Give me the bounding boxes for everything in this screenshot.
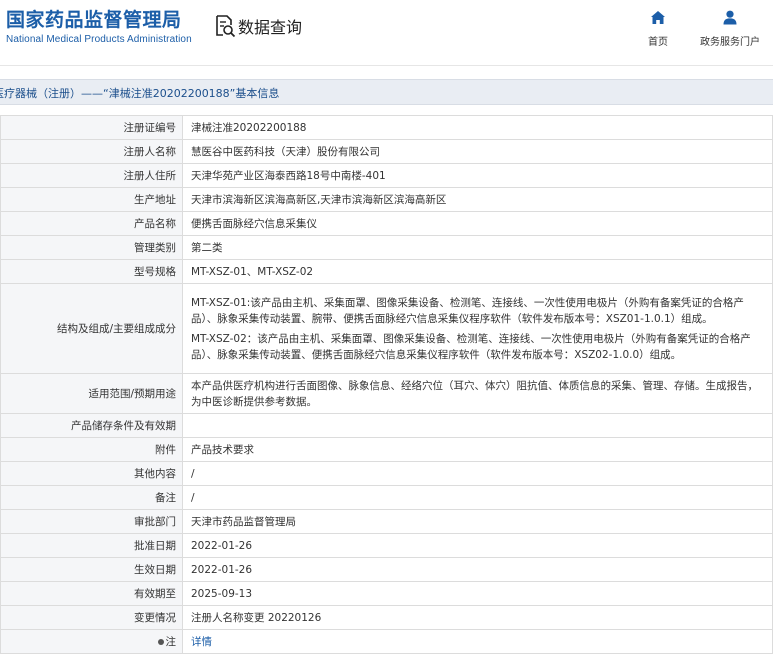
field-value: 天津市滨海新区滨海高新区,天津市滨海新区滨海高新区 bbox=[182, 187, 773, 212]
record-title-bar: 医疗器械（注册）——“津械注准20202200188”基本信息 bbox=[0, 79, 773, 105]
note-label-cell: 注 bbox=[0, 629, 183, 654]
field-value: 便携舌面脉经穴信息采集仪 bbox=[182, 211, 773, 236]
table-row: 适用范围/预期用途 本产品供医疗机构进行舌面图像、脉象信息、经络穴位（耳穴、体穴… bbox=[0, 373, 773, 414]
nav-home[interactable]: 首页 bbox=[648, 10, 668, 48]
details-link[interactable]: 详情 bbox=[191, 636, 212, 648]
table-row: 注册证编号 津械注准20202200188 bbox=[0, 115, 773, 140]
table-row: 结构及组成/主要组成成分 MT-XSZ-01:该产品由主机、采集面罩、图像采集设… bbox=[0, 283, 773, 374]
table-row: 生效日期 2022-01-26 bbox=[0, 557, 773, 582]
field-value: 详情 bbox=[182, 629, 773, 654]
field-value: 注册人名称变更 20220126 bbox=[182, 605, 773, 630]
logo-english-name: National Medical Products Administration bbox=[6, 34, 192, 45]
field-value: 2025-09-13 bbox=[182, 581, 773, 606]
field-label: 注册人住所 bbox=[0, 163, 183, 188]
field-label: 备注 bbox=[0, 485, 183, 510]
document-search-icon bbox=[214, 14, 236, 38]
field-label: 适用范围/预期用途 bbox=[0, 373, 183, 414]
field-value: 慧医谷中医药科技（天津）股份有限公司 bbox=[182, 139, 773, 164]
table-row: 变更情况 注册人名称变更 20220126 bbox=[0, 605, 773, 630]
field-value: 第二类 bbox=[182, 235, 773, 260]
field-value bbox=[182, 413, 773, 438]
field-label: 管理类别 bbox=[0, 235, 183, 260]
table-row: 审批部门 天津市药品监督管理局 bbox=[0, 509, 773, 534]
nav-home-label: 首页 bbox=[648, 37, 668, 48]
table-row: 备注 / bbox=[0, 485, 773, 510]
table-row: 产品名称 便携舌面脉经穴信息采集仪 bbox=[0, 211, 773, 236]
table-row: 型号规格 MT-XSZ-01、MT-XSZ-02 bbox=[0, 259, 773, 284]
field-label: 有效期至 bbox=[0, 581, 183, 606]
field-label: 其他内容 bbox=[0, 461, 183, 486]
user-icon bbox=[722, 10, 738, 29]
table-row: 注 详情 bbox=[0, 629, 773, 654]
field-label: 产品名称 bbox=[0, 211, 183, 236]
field-label: 型号规格 bbox=[0, 259, 183, 284]
field-value: 产品技术要求 bbox=[182, 437, 773, 462]
field-label: 产品储存条件及有效期 bbox=[0, 413, 183, 438]
table-row: 管理类别 第二类 bbox=[0, 235, 773, 260]
table-row: 注册人名称 慧医谷中医药科技（天津）股份有限公司 bbox=[0, 139, 773, 164]
field-label: 注 bbox=[165, 635, 177, 648]
field-label: 批准日期 bbox=[0, 533, 183, 558]
field-label: 注册人名称 bbox=[0, 139, 183, 164]
field-label: 生效日期 bbox=[0, 557, 183, 582]
field-label: 生产地址 bbox=[0, 187, 183, 212]
field-value: 本产品供医疗机构进行舌面图像、脉象信息、经络穴位（耳穴、体穴）阻抗值、体质信息的… bbox=[182, 373, 773, 414]
field-value: MT-XSZ-01、MT-XSZ-02 bbox=[182, 259, 773, 284]
record-title: 医疗器械（注册）——“津械注准20202200188”基本信息 bbox=[0, 87, 280, 100]
field-label: 变更情况 bbox=[0, 605, 183, 630]
table-row: 附件 产品技术要求 bbox=[0, 437, 773, 462]
logo-chinese-name: 国家药品监督管理局 bbox=[6, 9, 182, 31]
data-query-title: 数据查询 bbox=[214, 14, 302, 38]
table-row: 产品储存条件及有效期 bbox=[0, 413, 773, 438]
structure-paragraph-2: MT-XSZ-02：该产品由主机、采集面罩、图像采集设备、检测笔、连接线、一次性… bbox=[191, 332, 751, 361]
table-row: 注册人住所 天津华苑产业区海泰西路18号中南楼-401 bbox=[0, 163, 773, 188]
field-value-structure: MT-XSZ-01:该产品由主机、采集面罩、图像采集设备、检测笔、连接线、一次性… bbox=[182, 283, 773, 374]
table-row: 有效期至 2025-09-13 bbox=[0, 581, 773, 606]
nav-portal-label: 政务服务门户 bbox=[700, 37, 760, 48]
site-header: 国家药品监督管理局 National Medical Products Admi… bbox=[0, 0, 773, 66]
field-label: 结构及组成/主要组成成分 bbox=[0, 283, 183, 374]
bullet-icon bbox=[157, 638, 164, 645]
table-row: 其他内容 / bbox=[0, 461, 773, 486]
site-logo[interactable]: 国家药品监督管理局 National Medical Products Admi… bbox=[6, 8, 192, 45]
device-detail-table: 注册证编号 津械注准20202200188 注册人名称 慧医谷中医药科技（天津）… bbox=[0, 115, 773, 654]
field-value: 2022-01-26 bbox=[182, 533, 773, 558]
field-value: 津械注准20202200188 bbox=[182, 115, 773, 140]
field-label: 审批部门 bbox=[0, 509, 183, 534]
table-row: 批准日期 2022-01-26 bbox=[0, 533, 773, 558]
field-value: 天津市药品监督管理局 bbox=[182, 509, 773, 534]
nav-service-portal[interactable]: 政务服务门户 bbox=[700, 10, 760, 48]
table-row: 生产地址 天津市滨海新区滨海高新区,天津市滨海新区滨海高新区 bbox=[0, 187, 773, 212]
field-value: 天津华苑产业区海泰西路18号中南楼-401 bbox=[182, 163, 773, 188]
field-label: 注册证编号 bbox=[0, 115, 183, 140]
field-value: / bbox=[182, 461, 773, 486]
structure-paragraph-1: MT-XSZ-01:该产品由主机、采集面罩、图像采集设备、检测笔、连接线、一次性… bbox=[191, 296, 744, 325]
home-icon bbox=[650, 10, 666, 29]
query-label: 数据查询 bbox=[238, 18, 303, 37]
field-value: / bbox=[182, 485, 773, 510]
field-label: 附件 bbox=[0, 437, 183, 462]
field-value: 2022-01-26 bbox=[182, 557, 773, 582]
